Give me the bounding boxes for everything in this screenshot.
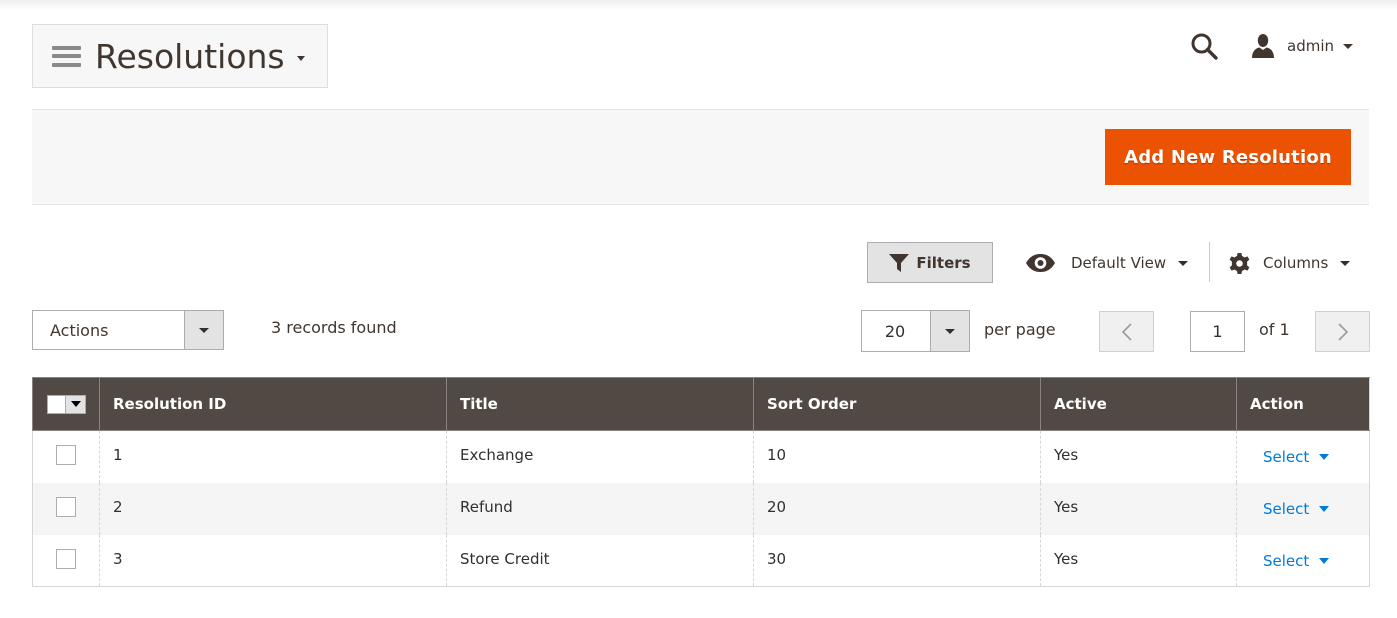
row-action-select[interactable]: Select	[1263, 448, 1330, 466]
current-page-input[interactable]	[1190, 311, 1245, 352]
caret-down-icon	[1178, 260, 1189, 266]
caret-down-icon	[945, 328, 955, 334]
resolutions-grid: Resolution ID Title Sort Order Active Ac…	[32, 377, 1370, 587]
cell-resolution-id: 1	[99, 430, 447, 483]
chevron-left-icon	[1121, 322, 1132, 341]
cell-active: Yes	[1040, 482, 1237, 535]
cell-sort-order: 10	[753, 430, 1041, 483]
row-select-cell	[32, 534, 100, 587]
action-select-label: Select	[1263, 448, 1310, 466]
user-name: admin	[1287, 37, 1334, 55]
page-title: Resolutions	[95, 36, 285, 76]
row-action-select[interactable]: Select	[1263, 551, 1330, 570]
column-header-resolution-id[interactable]: Resolution ID	[99, 377, 447, 431]
toolbar-divider	[1209, 242, 1210, 282]
cell-action: Select	[1236, 482, 1370, 535]
filters-button[interactable]: Filters	[867, 242, 993, 283]
user-icon	[1252, 34, 1274, 58]
caret-down-icon	[296, 55, 305, 61]
row-checkbox[interactable]	[56, 548, 76, 569]
select-all-checkbox[interactable]	[47, 394, 66, 414]
cell-title: Store Credit	[446, 534, 754, 587]
page-actions-bar: Add New Resolution	[32, 109, 1369, 205]
action-select-label: Select	[1263, 499, 1310, 518]
mass-select-dropdown[interactable]	[66, 394, 86, 414]
cell-sort-order: 20	[753, 482, 1041, 535]
filters-label: Filters	[916, 253, 971, 272]
caret-down-icon	[1340, 260, 1351, 266]
cell-action: Select	[1236, 534, 1370, 587]
view-label: Default View	[1071, 254, 1167, 272]
cell-title: Exchange	[446, 430, 754, 483]
records-found: 3 records found	[271, 318, 397, 337]
filter-icon	[889, 253, 910, 272]
top-shadow	[0, 0, 1397, 10]
add-new-resolution-button[interactable]: Add New Resolution	[1105, 129, 1351, 185]
user-account-menu[interactable]: admin	[1250, 32, 1353, 60]
grid-header-row: Resolution ID Title Sort Order Active Ac…	[32, 377, 1370, 431]
row-select-cell	[33, 431, 100, 483]
cell-action: Select	[1236, 430, 1370, 483]
caret-down-icon	[1319, 557, 1330, 564]
per-page-label: per page	[984, 320, 1056, 339]
columns-label: Columns	[1263, 254, 1329, 272]
column-header-active[interactable]: Active	[1040, 377, 1237, 431]
gear-icon	[1229, 252, 1250, 274]
page-title-switcher[interactable]: Resolutions	[32, 24, 328, 88]
cell-resolution-id: 3	[99, 534, 447, 587]
mass-actions-value: Actions	[50, 320, 109, 340]
caret-down-icon	[1343, 43, 1353, 49]
columns-dropdown[interactable]: Columns	[1228, 246, 1351, 280]
caret-down-icon	[70, 401, 81, 407]
chevron-right-icon	[1337, 322, 1348, 341]
table-row[interactable]: 3 Store Credit 30 Yes Select	[32, 534, 1370, 587]
previous-page-button[interactable]	[1099, 311, 1154, 352]
caret-down-icon	[1319, 454, 1330, 460]
table-row[interactable]: 2 Refund 20 Yes Select	[32, 482, 1370, 535]
row-select-cell	[32, 482, 100, 535]
search-icon	[1191, 33, 1218, 60]
cell-sort-order: 30	[753, 534, 1041, 587]
column-header-title[interactable]: Title	[446, 377, 754, 431]
row-checkbox[interactable]	[56, 445, 76, 465]
per-page-toggle[interactable]	[930, 311, 969, 351]
menu-icon	[52, 45, 81, 67]
search-button[interactable]	[1189, 31, 1219, 61]
cell-title: Refund	[446, 482, 754, 535]
total-pages-label: of 1	[1259, 320, 1290, 339]
column-header-sort-order[interactable]: Sort Order	[753, 377, 1041, 431]
row-action-select[interactable]: Select	[1263, 499, 1330, 518]
mass-select-checkbox[interactable]	[47, 394, 86, 414]
table-row[interactable]: 1 Exchange 10 Yes Select	[33, 430, 1370, 483]
mass-actions-toggle[interactable]	[184, 311, 223, 349]
cell-resolution-id: 2	[99, 482, 447, 535]
caret-down-icon	[199, 327, 209, 333]
cell-active: Yes	[1040, 430, 1237, 483]
per-page-value: 20	[884, 321, 906, 341]
mass-actions-select[interactable]: Actions	[32, 310, 224, 350]
default-view-dropdown[interactable]: Default View	[1025, 246, 1189, 280]
next-page-button[interactable]	[1315, 311, 1370, 352]
per-page-select[interactable]: 20	[861, 310, 970, 352]
column-header-action: Action	[1236, 377, 1370, 431]
caret-down-icon	[1319, 505, 1330, 512]
eye-icon	[1026, 254, 1055, 272]
column-header-select	[32, 377, 100, 431]
row-checkbox[interactable]	[56, 496, 76, 517]
action-select-label: Select	[1263, 551, 1310, 570]
cell-active: Yes	[1040, 534, 1237, 587]
